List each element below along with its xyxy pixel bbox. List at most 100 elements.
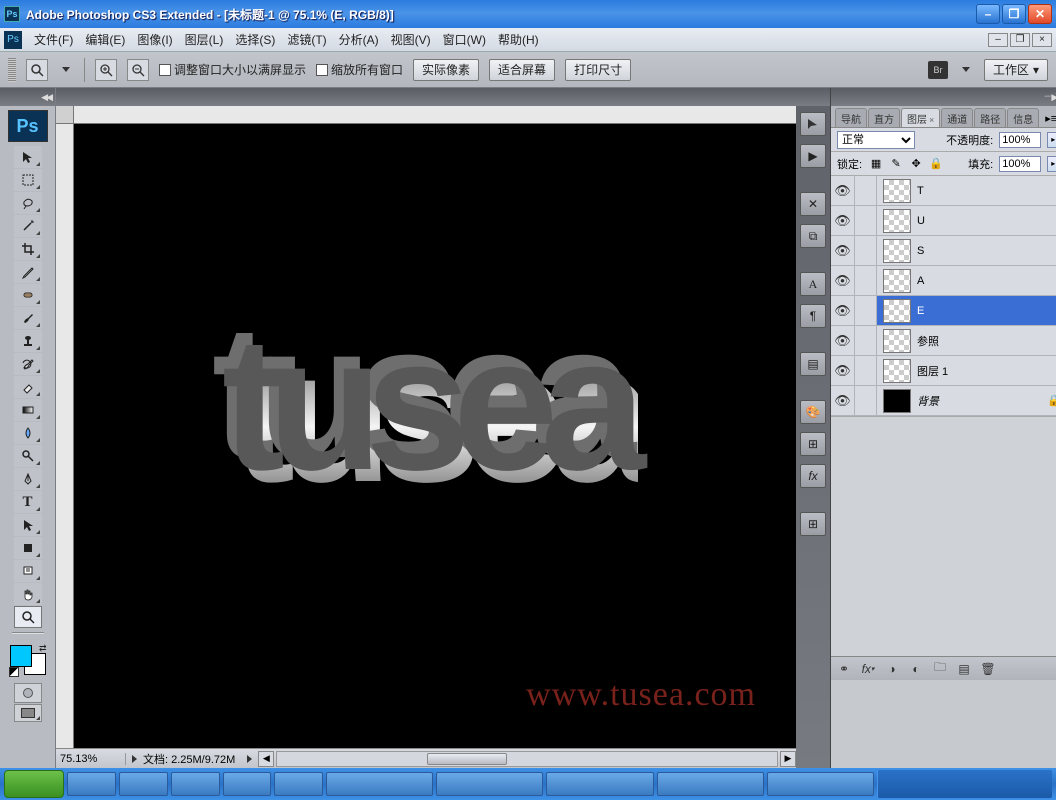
layer-row[interactable]: 👁图层 1: [831, 356, 1056, 386]
layer-style-icon[interactable]: fx▾: [859, 660, 877, 678]
visibility-toggle-icon[interactable]: 👁: [831, 386, 855, 415]
dock-paragraph-icon[interactable]: ¶: [800, 304, 826, 328]
layer-thumbnail[interactable]: [883, 299, 911, 323]
wand-tool[interactable]: [14, 215, 42, 237]
eraser-tool[interactable]: [14, 376, 42, 398]
layer-thumbnail[interactable]: [883, 209, 911, 233]
lock-transparency-icon[interactable]: ▦: [868, 156, 884, 172]
tab-channels[interactable]: 通道: [941, 108, 973, 127]
layer-row[interactable]: 👁参照: [831, 326, 1056, 356]
zoom-tool[interactable]: [14, 606, 42, 628]
taskbar-item[interactable]: [119, 772, 168, 796]
status-menu-icon[interactable]: [132, 755, 137, 763]
layer-row[interactable]: 👁U: [831, 206, 1056, 236]
system-tray[interactable]: [877, 770, 1052, 798]
layer-group-icon[interactable]: 🗀: [931, 660, 949, 678]
visibility-toggle-icon[interactable]: 👁: [831, 236, 855, 265]
layer-link-well[interactable]: [855, 296, 877, 325]
taskbar-item[interactable]: [657, 772, 764, 796]
layer-thumbnail[interactable]: [883, 359, 911, 383]
horizontal-ruler[interactable]: [74, 106, 796, 124]
menu-filter[interactable]: 滤镜(T): [281, 31, 332, 48]
dock-color-icon[interactable]: 🎨: [800, 400, 826, 424]
visibility-toggle-icon[interactable]: 👁: [831, 176, 855, 205]
foreground-color[interactable]: [10, 645, 32, 667]
menu-view[interactable]: 视图(V): [385, 31, 437, 48]
delete-layer-icon[interactable]: 🗑: [979, 660, 997, 678]
crop-tool[interactable]: [14, 238, 42, 260]
layer-row[interactable]: 👁T: [831, 176, 1056, 206]
layer-link-well[interactable]: [855, 326, 877, 355]
zoom-in-icon[interactable]: [95, 59, 117, 81]
link-layers-icon[interactable]: ⚭: [835, 660, 853, 678]
layer-row[interactable]: 👁E: [831, 296, 1056, 326]
bridge-dropdown-icon[interactable]: [962, 67, 970, 72]
current-tool-icon[interactable]: [26, 59, 48, 81]
fill-slider-icon[interactable]: ▸: [1047, 156, 1056, 172]
taskbar-item[interactable]: [326, 772, 433, 796]
default-colors-icon[interactable]: [9, 667, 19, 677]
layers-empty-area[interactable]: [831, 416, 1056, 656]
resize-windows-checkbox[interactable]: 调整窗口大小以满屏显示: [159, 61, 306, 78]
visibility-toggle-icon[interactable]: 👁: [831, 296, 855, 325]
dodge-tool[interactable]: [14, 445, 42, 467]
tab-paths[interactable]: 路径: [974, 108, 1006, 127]
dock-clone-icon[interactable]: ⧉: [800, 224, 826, 248]
taskbar-item[interactable]: [767, 772, 874, 796]
canvas[interactable]: tusea www.tusea.com: [74, 124, 796, 748]
stamp-tool[interactable]: [14, 330, 42, 352]
workspace-button[interactable]: 工作区▾: [984, 59, 1048, 81]
layer-link-well[interactable]: [855, 236, 877, 265]
healing-tool[interactable]: [14, 284, 42, 306]
pen-tool[interactable]: [14, 468, 42, 490]
panels-header[interactable]: ▶▶: [831, 88, 1056, 106]
app-icon-small[interactable]: Ps: [4, 31, 22, 49]
quickmask-button[interactable]: [14, 683, 42, 703]
shape-tool[interactable]: [14, 537, 42, 559]
layer-name[interactable]: S: [917, 245, 1047, 257]
dock-styles-icon[interactable]: fx: [800, 464, 826, 488]
menu-window[interactable]: 窗口(W): [437, 31, 492, 48]
layer-link-well[interactable]: [855, 206, 877, 235]
tab-layers[interactable]: 图层×: [901, 108, 940, 127]
taskbar-item[interactable]: [546, 772, 653, 796]
layer-thumbnail[interactable]: [883, 179, 911, 203]
brush-tool[interactable]: [14, 307, 42, 329]
layer-name[interactable]: A: [917, 275, 1047, 287]
dock-history-icon[interactable]: ▶: [800, 144, 826, 168]
eyedropper-tool[interactable]: [14, 261, 42, 283]
fit-screen-button[interactable]: 适合屏幕: [489, 59, 555, 81]
maximize-button[interactable]: ❐: [1002, 4, 1026, 24]
taskbar-item[interactable]: [436, 772, 543, 796]
visibility-toggle-icon[interactable]: 👁: [831, 206, 855, 235]
dock-brushes-icon[interactable]: ✕: [800, 192, 826, 216]
dock-animation-icon[interactable]: ⊞: [800, 512, 826, 536]
bridge-icon[interactable]: Br: [928, 61, 948, 79]
minimize-button[interactable]: –: [976, 4, 1000, 24]
layer-name[interactable]: 背景: [917, 393, 1047, 409]
taskbar-item[interactable]: [171, 772, 220, 796]
menu-file[interactable]: 文件(F): [28, 31, 79, 48]
zoom-out-icon[interactable]: [127, 59, 149, 81]
menu-edit[interactable]: 编辑(E): [79, 31, 131, 48]
layer-mask-icon[interactable]: ◑: [883, 660, 901, 678]
visibility-toggle-icon[interactable]: 👁: [831, 326, 855, 355]
panel-minimize-icon[interactable]: –: [1045, 90, 1051, 102]
tab-histogram[interactable]: 直方: [868, 108, 900, 127]
tab-info[interactable]: 信息: [1007, 108, 1039, 127]
taskbar-item[interactable]: [67, 772, 116, 796]
adjustment-layer-icon[interactable]: ◐: [907, 660, 925, 678]
scrollbar-thumb[interactable]: [427, 753, 507, 765]
move-tool[interactable]: [14, 146, 42, 168]
type-tool[interactable]: T: [14, 491, 42, 513]
ruler-origin[interactable]: [56, 106, 74, 124]
vertical-ruler[interactable]: [56, 124, 74, 748]
history-brush-tool[interactable]: [14, 353, 42, 375]
doc-close-button[interactable]: ×: [1032, 33, 1052, 47]
actual-pixels-button[interactable]: 实际像素: [413, 59, 479, 81]
status-info-menu-icon[interactable]: [247, 755, 252, 763]
scroll-right-button[interactable]: ▶: [780, 751, 796, 767]
layer-link-well[interactable]: [855, 356, 877, 385]
visibility-toggle-icon[interactable]: 👁: [831, 356, 855, 385]
layer-thumbnail[interactable]: [883, 389, 911, 413]
